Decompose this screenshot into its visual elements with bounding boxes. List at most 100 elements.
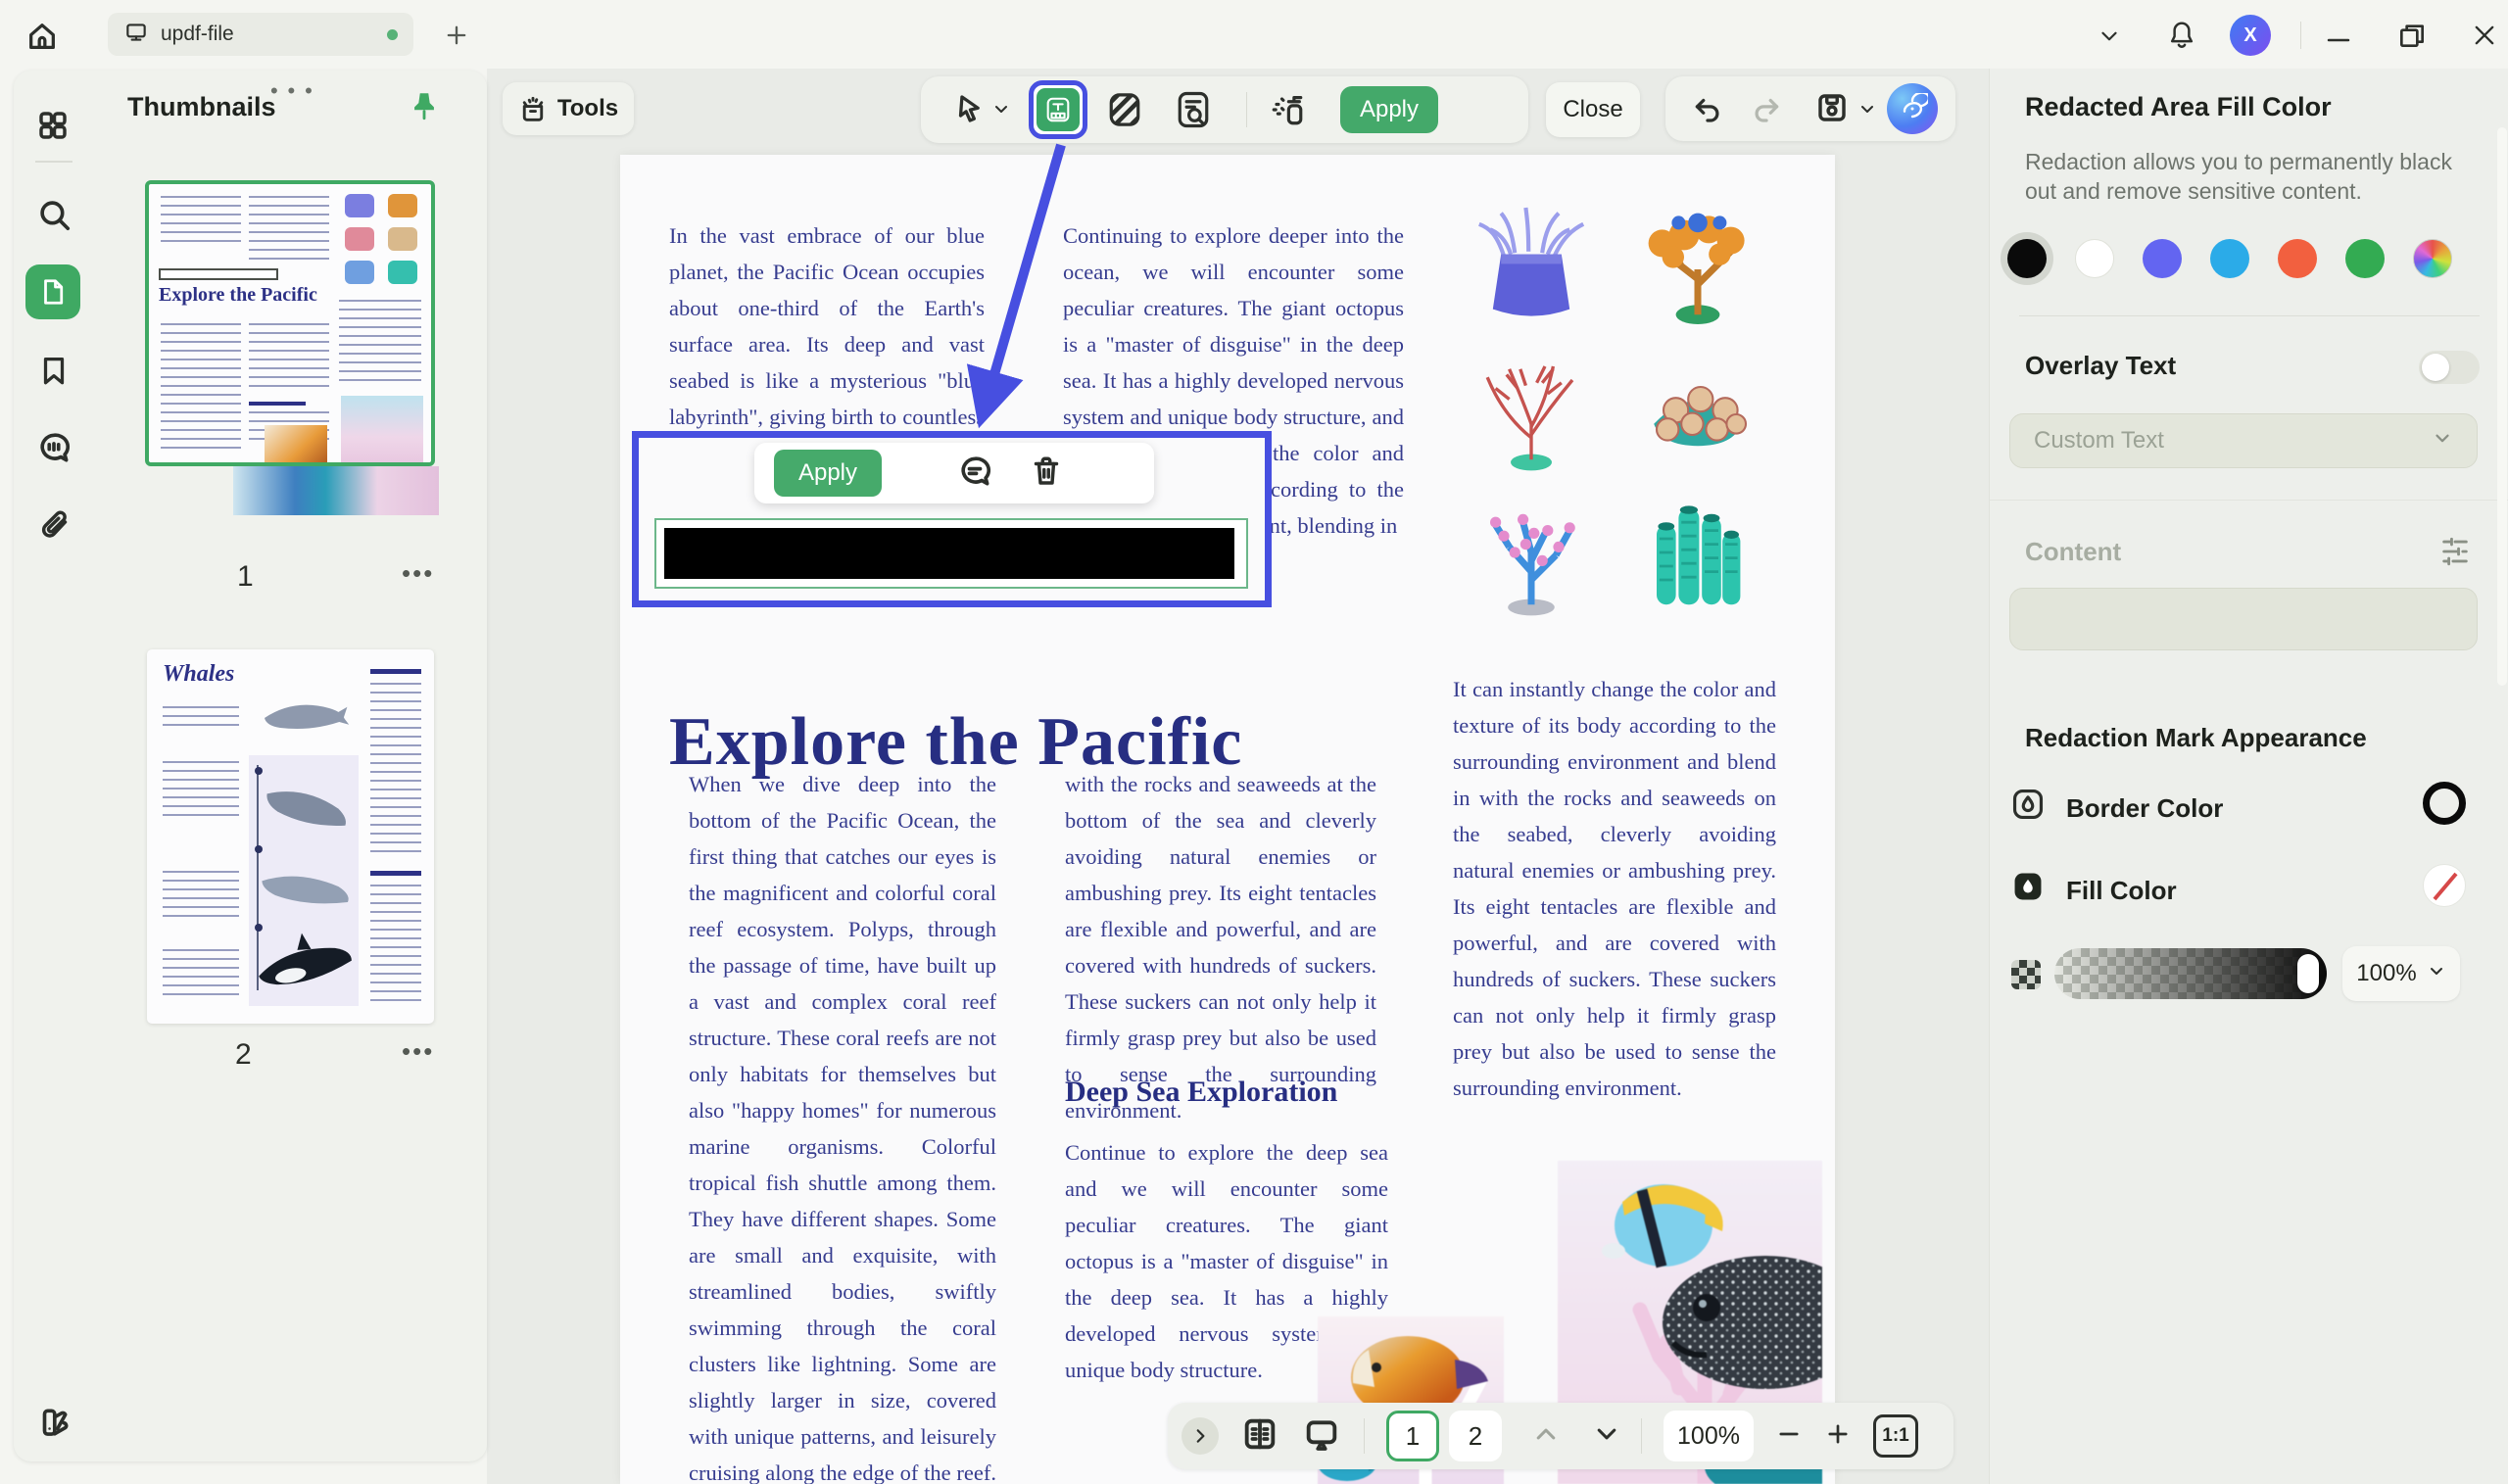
restore-button[interactable] xyxy=(2396,20,2428,56)
left-panel: • • • Thumbnails Explore the Pacific xyxy=(14,71,487,1461)
search-icon[interactable] xyxy=(35,196,72,238)
coral-dot xyxy=(345,194,374,217)
expand-panel-button[interactable] xyxy=(1182,1417,1219,1455)
minimize-button[interactable] xyxy=(2324,31,2353,49)
page-2-number: 2 xyxy=(235,1038,252,1072)
fill-color-white[interactable] xyxy=(2075,239,2114,278)
pdf-page[interactable]: In the vast embrace of our blue planet, … xyxy=(620,155,1835,1484)
zoom-level-button[interactable]: 100% xyxy=(1664,1411,1754,1461)
page-icon xyxy=(38,277,68,307)
tools-label: Tools xyxy=(557,95,618,122)
toggle-knob xyxy=(2422,354,2449,381)
content-input[interactable] xyxy=(2009,588,2478,650)
presentation-icon[interactable] xyxy=(1301,1414,1342,1459)
border-color-swatch[interactable] xyxy=(2423,782,2466,825)
search-redact-tool[interactable] xyxy=(1172,88,1215,136)
zoom-in-icon[interactable] xyxy=(1824,1420,1852,1453)
color-swatches-icon[interactable] xyxy=(35,1405,72,1447)
bottom-bar: 1 2 100% 1:1 xyxy=(1168,1403,1953,1469)
page-1-button[interactable]: 1 xyxy=(1386,1411,1439,1461)
titlebar-chevron-down-icon[interactable] xyxy=(2097,25,2122,52)
opacity-chevron-down-icon xyxy=(2427,964,2446,984)
page-2-button[interactable]: 2 xyxy=(1449,1411,1502,1461)
redaction-mark[interactable] xyxy=(654,518,1248,589)
redact-text-tool-active[interactable] xyxy=(1029,80,1087,139)
panel-scrollbar[interactable] xyxy=(2497,127,2507,686)
popup-apply-button[interactable]: Apply xyxy=(774,450,882,497)
page-1-menu[interactable]: ••• xyxy=(402,558,434,589)
apps-grid-icon[interactable] xyxy=(35,108,71,148)
fill-color-purple[interactable] xyxy=(2143,239,2182,278)
fill-color-black-selected[interactable] xyxy=(2007,239,2047,278)
cursor-chevron-down-icon[interactable] xyxy=(991,102,1011,122)
close-button[interactable]: Close xyxy=(1546,82,1640,137)
page-1-label: 1 xyxy=(1406,1421,1420,1452)
thumb-text-lines xyxy=(249,196,329,261)
panel-drag-handle[interactable]: • • • xyxy=(270,78,316,104)
popup-comment-icon[interactable] xyxy=(956,453,993,495)
next-page-icon[interactable] xyxy=(1594,1424,1619,1449)
select-cursor-icon[interactable] xyxy=(952,92,986,130)
bottombar-divider xyxy=(1364,1418,1365,1454)
page-2-menu[interactable]: ••• xyxy=(402,1036,434,1067)
coral-branch-image xyxy=(1458,484,1605,621)
avatar[interactable]: X xyxy=(2230,15,2271,56)
zoom-level-label: 100% xyxy=(1677,1422,1740,1451)
actual-size-button[interactable]: 1:1 xyxy=(1873,1414,1918,1458)
sanitize-tool[interactable] xyxy=(1266,88,1309,136)
previous-page-icon[interactable] xyxy=(1533,1424,1559,1449)
thumbnails-tab-active[interactable] xyxy=(25,264,80,319)
comments-icon[interactable] xyxy=(35,429,72,471)
content-label: Content xyxy=(2025,537,2121,567)
fill-color-rainbow[interactable] xyxy=(2413,239,2452,278)
thumb-subheading-bar xyxy=(370,871,421,876)
actual-size-label: 1:1 xyxy=(1882,1425,1908,1447)
close-window-button[interactable] xyxy=(2471,22,2498,54)
fill-color-orange[interactable] xyxy=(2278,239,2317,278)
notifications-bell-icon[interactable] xyxy=(2167,20,2196,56)
fill-color-blue[interactable] xyxy=(2210,239,2249,278)
zoom-out-icon[interactable] xyxy=(1775,1420,1803,1453)
thumb-text-lines xyxy=(163,949,239,1002)
undo-icon[interactable] xyxy=(1691,92,1724,130)
opacity-slider-knob[interactable] xyxy=(2297,954,2319,993)
new-tab-button[interactable] xyxy=(443,22,470,54)
coral-illustrations xyxy=(1458,194,1781,625)
custom-text-select[interactable]: Custom Text xyxy=(2009,413,2478,468)
opacity-checker-icon xyxy=(2011,960,2041,989)
body-column-2: with the rocks and seaweeds at the botto… xyxy=(1065,766,1376,1128)
redact-area-tool[interactable] xyxy=(1103,88,1146,136)
redo-icon[interactable] xyxy=(1750,92,1783,130)
opacity-dropdown[interactable]: 100% xyxy=(2342,946,2460,1001)
opacity-slider[interactable] xyxy=(2054,948,2327,999)
page-layout-icon[interactable] xyxy=(1240,1414,1279,1459)
overlay-text-toggle[interactable] xyxy=(2419,351,2480,384)
fill-color-none-swatch[interactable] xyxy=(2423,864,2466,907)
apply-button[interactable]: Apply xyxy=(1340,86,1438,133)
thumbnail-page-1[interactable]: Explore the Pacific xyxy=(145,180,435,466)
save-icon[interactable] xyxy=(1814,90,1850,130)
content-settings-icon[interactable] xyxy=(2438,533,2472,575)
popup-trash-icon[interactable] xyxy=(1029,453,1064,495)
document-tab[interactable]: updf-file xyxy=(108,13,413,56)
ai-assistant-button[interactable] xyxy=(1887,83,1938,134)
coral-mushroom-image xyxy=(1624,339,1771,476)
monitor-icon xyxy=(123,20,149,50)
thumbnail-page-2[interactable]: Whales xyxy=(147,649,434,1024)
coral-dot xyxy=(345,227,374,251)
save-chevron-down-icon[interactable] xyxy=(1857,102,1877,122)
section-divider xyxy=(2019,315,2480,316)
home-icon[interactable] xyxy=(25,20,59,58)
thumb-photo-left xyxy=(265,425,327,464)
pin-icon[interactable] xyxy=(408,88,441,128)
tab-title: updf-file xyxy=(161,23,234,46)
tools-button[interactable]: Tools xyxy=(503,82,634,135)
coral-dot xyxy=(388,261,417,284)
bookmark-icon[interactable] xyxy=(37,353,71,393)
tools-icon xyxy=(518,94,548,123)
fill-color-green[interactable] xyxy=(2345,239,2385,278)
body-column-3: It can instantly change the color and te… xyxy=(1453,671,1776,1106)
history-save-toolbar xyxy=(1665,76,1955,141)
attachments-icon[interactable] xyxy=(37,507,72,548)
thumb-subheading-bar xyxy=(370,669,421,674)
